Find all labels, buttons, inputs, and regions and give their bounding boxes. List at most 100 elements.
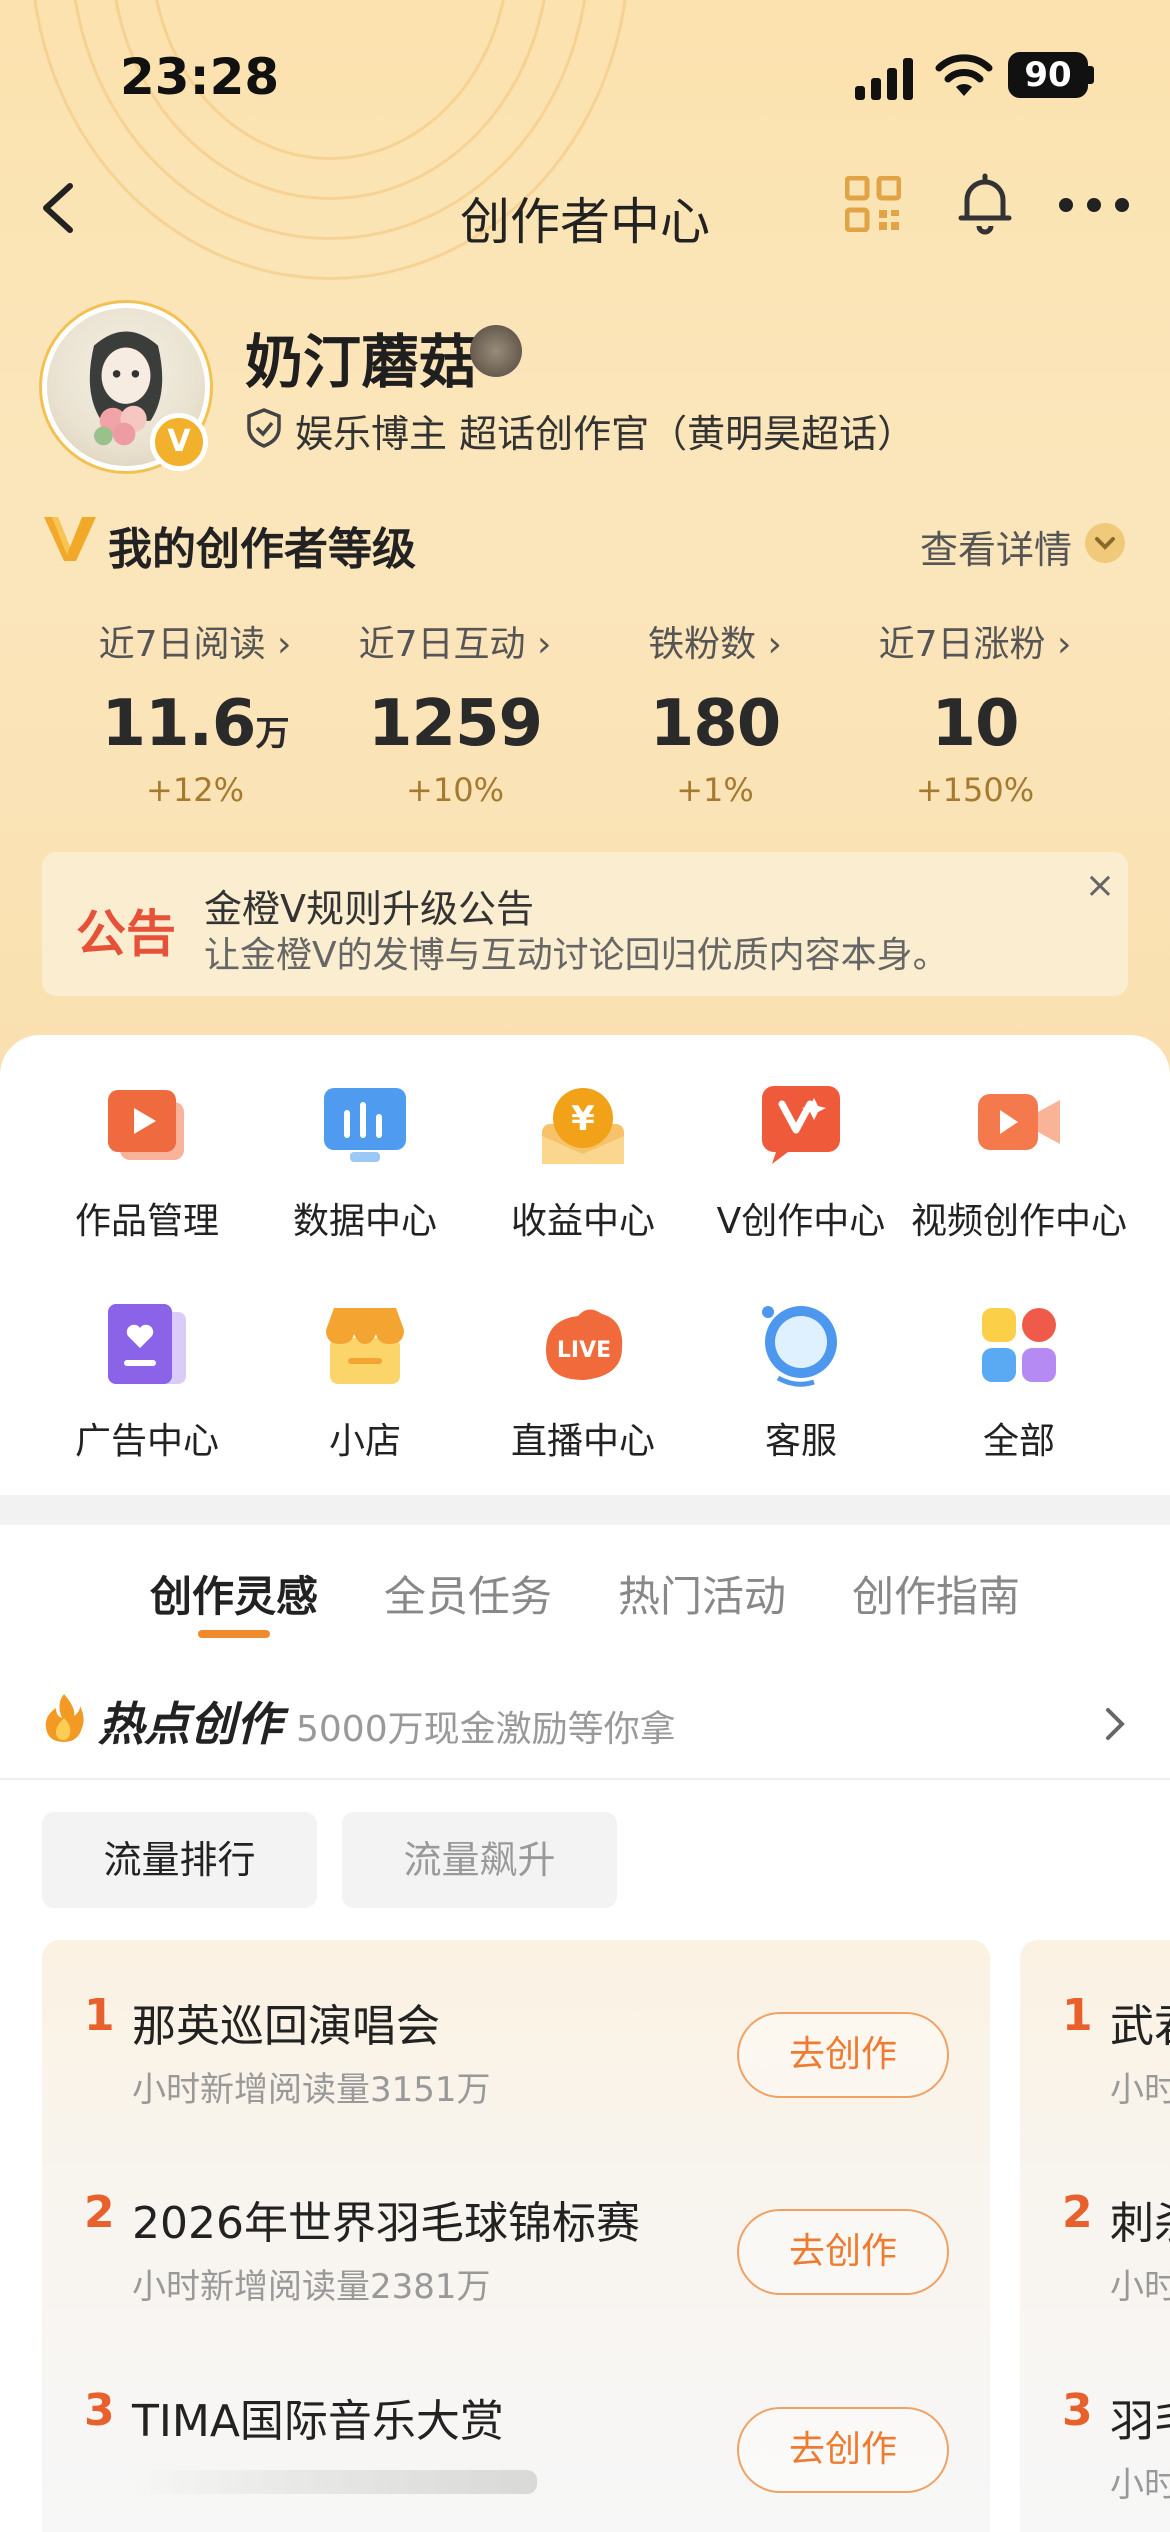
rank-subtitle: 小时 xyxy=(1110,2465,1170,2505)
wifi-icon xyxy=(935,54,993,96)
stat-label: 铁粉数 › xyxy=(648,624,782,665)
chip-traffic-surge[interactable]: 流量飙升 xyxy=(342,1812,617,1908)
shield-icon xyxy=(247,408,281,448)
data-icon xyxy=(324,1088,406,1162)
tool-label: 数据中心 xyxy=(292,1201,437,1242)
tab-hot-events[interactable]: 热门活动 xyxy=(618,1563,786,1624)
announcement-banner[interactable]: 公告 金橙V规则升级公告 让金橙V的发博与互动讨论回归优质内容本身。 × xyxy=(42,852,1128,996)
creator-level-row: 我的创作者等级 查看详情 xyxy=(0,505,1170,575)
stat-weekly-reads[interactable]: 近7日阅读 › 11.6万 +12% xyxy=(65,615,325,809)
rank-title: 刺杀 xyxy=(1110,2198,1170,2249)
stat-iron-fans[interactable]: 铁粉数 › 180 +1% xyxy=(585,615,845,809)
ranking-item[interactable]: 2 刺杀 小时 xyxy=(1020,2147,1170,2317)
stat-weekly-interactions[interactable]: 近7日互动 › 1259 +10% xyxy=(325,615,585,809)
tool-label: 收益中心 xyxy=(510,1201,655,1242)
tool-label: 视频创作中心 xyxy=(910,1201,1127,1242)
stat-label: 近7日阅读 › xyxy=(98,624,292,665)
view-details-link[interactable]: 查看详情 xyxy=(920,519,1072,574)
stat-label: 近7日涨粉 › xyxy=(878,624,1072,665)
tool-label: 客服 xyxy=(764,1421,837,1462)
user-tags: 娱乐博主 超话创作官（黄明昊超话） xyxy=(295,412,916,456)
stat-value: 11.6万 xyxy=(101,687,290,761)
rank-number: 3 xyxy=(1062,2385,1093,2436)
stat-change: +12% xyxy=(146,771,244,809)
create-button[interactable]: 去创作 xyxy=(737,2407,949,2493)
chevron-right-icon[interactable] xyxy=(1100,1702,1130,1746)
rank-title: 2026年世界羽毛球锦标赛 xyxy=(132,2198,640,2249)
tool-label: V创作中心 xyxy=(716,1201,886,1242)
tab-guide[interactable]: 创作指南 xyxy=(852,1563,1020,1624)
chip-traffic-rank[interactable]: 流量排行 xyxy=(42,1812,317,1908)
create-button[interactable]: 去创作 xyxy=(737,2209,949,2295)
battery-tip xyxy=(1088,66,1094,84)
shop-icon xyxy=(326,1308,404,1384)
ranking-item[interactable]: 3 羽毛 小时 xyxy=(1020,2345,1170,2515)
rank-subtitle: 小时 xyxy=(1110,2267,1170,2307)
rank-number: 2 xyxy=(84,2187,115,2238)
hot-creation-header[interactable]: 热点创作 5000万现金激励等你拿 xyxy=(0,1680,1170,1780)
rank-title: 武君 xyxy=(1110,2001,1170,2052)
rank-number: 2 xyxy=(1062,2187,1093,2238)
all-icon xyxy=(982,1308,1056,1382)
ranking-card-secondary: 1 武君 小时 2 刺杀 小时 3 羽毛 小时 xyxy=(1020,1940,1170,2532)
create-button[interactable]: 去创作 xyxy=(737,2012,949,2098)
profile-section: V 奶汀蘑菇 娱乐博主 超话创作官（黄明昊超话） xyxy=(0,295,1170,475)
status-time: 23:28 xyxy=(120,48,280,106)
tool-all[interactable]: 全部 xyxy=(902,1300,1136,1464)
tool-customer-service[interactable]: 客服 xyxy=(684,1300,918,1464)
svg-text:¥: ¥ xyxy=(571,1099,595,1139)
qr-code-icon[interactable] xyxy=(845,176,901,232)
fire-icon xyxy=(45,1694,84,1742)
works-icon xyxy=(108,1090,184,1160)
announcement-subtitle: 让金橙V的发博与互动讨论回归优质内容本身。 xyxy=(204,935,949,976)
stat-weekly-new-fans[interactable]: 近7日涨粉 › 10 +150% xyxy=(845,615,1105,809)
tool-label: 全部 xyxy=(982,1421,1055,1462)
stats-row: 近7日阅读 › 11.6万 +12% 近7日互动 › 1259 +10% 铁粉数… xyxy=(0,615,1170,815)
v-logo-icon xyxy=(44,517,96,561)
video-icon xyxy=(978,1094,1060,1150)
chevron-down-icon[interactable] xyxy=(1085,523,1125,563)
rank-number: 3 xyxy=(84,2385,115,2436)
ad-icon xyxy=(108,1304,186,1384)
hot-creation-subtitle: 5000万现金激励等你拿 xyxy=(296,1709,676,1750)
hot-creation-title: 热点创作 xyxy=(98,1697,282,1751)
tab-inspiration[interactable]: 创作灵感 xyxy=(150,1563,318,1624)
active-tab-indicator xyxy=(198,1630,270,1638)
tool-data[interactable]: 数据中心 xyxy=(248,1080,482,1244)
ranking-item[interactable]: 1 武君 小时 xyxy=(1020,1950,1170,2120)
close-icon[interactable]: × xyxy=(1072,858,1128,914)
tool-shop[interactable]: 小店 xyxy=(248,1300,482,1464)
tool-ad[interactable]: 广告中心 xyxy=(30,1300,264,1464)
tool-video[interactable]: 视频创作中心 xyxy=(902,1080,1136,1244)
stat-label: 近7日互动 › xyxy=(358,624,552,665)
user-level-icon xyxy=(470,325,522,377)
tool-label: 广告中心 xyxy=(74,1421,219,1462)
bell-icon[interactable] xyxy=(955,172,1015,236)
service-icon xyxy=(762,1306,837,1387)
verified-badge-icon: V xyxy=(150,413,208,471)
tool-income[interactable]: ¥ 收益中心 xyxy=(466,1080,700,1244)
announcement-title: 金橙V规则升级公告 xyxy=(204,887,534,931)
live-icon: LIVE xyxy=(546,1309,623,1380)
nav-bar: 创作者中心 xyxy=(0,150,1170,270)
rank-subtitle: 小时新增阅读量2381万 xyxy=(132,2267,491,2307)
rank-number: 1 xyxy=(1062,1990,1093,2041)
more-icon[interactable] xyxy=(1055,198,1135,214)
ranking-item[interactable]: 2 2026年世界羽毛球锦标赛 小时新增阅读量2381万 去创作 xyxy=(42,2147,990,2317)
stat-value: 1259 xyxy=(367,687,543,761)
announcement-tag: 公告 xyxy=(76,905,176,963)
tab-all-tasks[interactable]: 全员任务 xyxy=(384,1563,552,1624)
ranking-item[interactable]: 1 那英巡回演唱会 小时新增阅读量3151万 去创作 xyxy=(42,1950,990,2120)
svg-text:LIVE: LIVE xyxy=(557,1338,611,1363)
tool-works[interactable]: 作品管理 xyxy=(30,1080,264,1244)
cellular-signal-icon xyxy=(855,56,915,100)
ranking-item[interactable]: 3 TIMA国际音乐大赏 去创作 xyxy=(42,2345,990,2515)
tool-v-creation[interactable]: V创作中心 xyxy=(684,1080,918,1244)
tools-panel: 作品管理 数据中心 ¥ 收益中心 V创作中心 视频创作中心 广告中心 小店 LI… xyxy=(0,1035,1170,1495)
rank-subtitle: 小时 xyxy=(1110,2070,1170,2110)
stat-change: +10% xyxy=(406,771,504,809)
loading-placeholder xyxy=(132,2470,537,2494)
rank-number: 1 xyxy=(84,1990,115,2041)
battery-icon: 90 xyxy=(1008,52,1088,98)
tool-live[interactable]: LIVE 直播中心 xyxy=(466,1300,700,1464)
